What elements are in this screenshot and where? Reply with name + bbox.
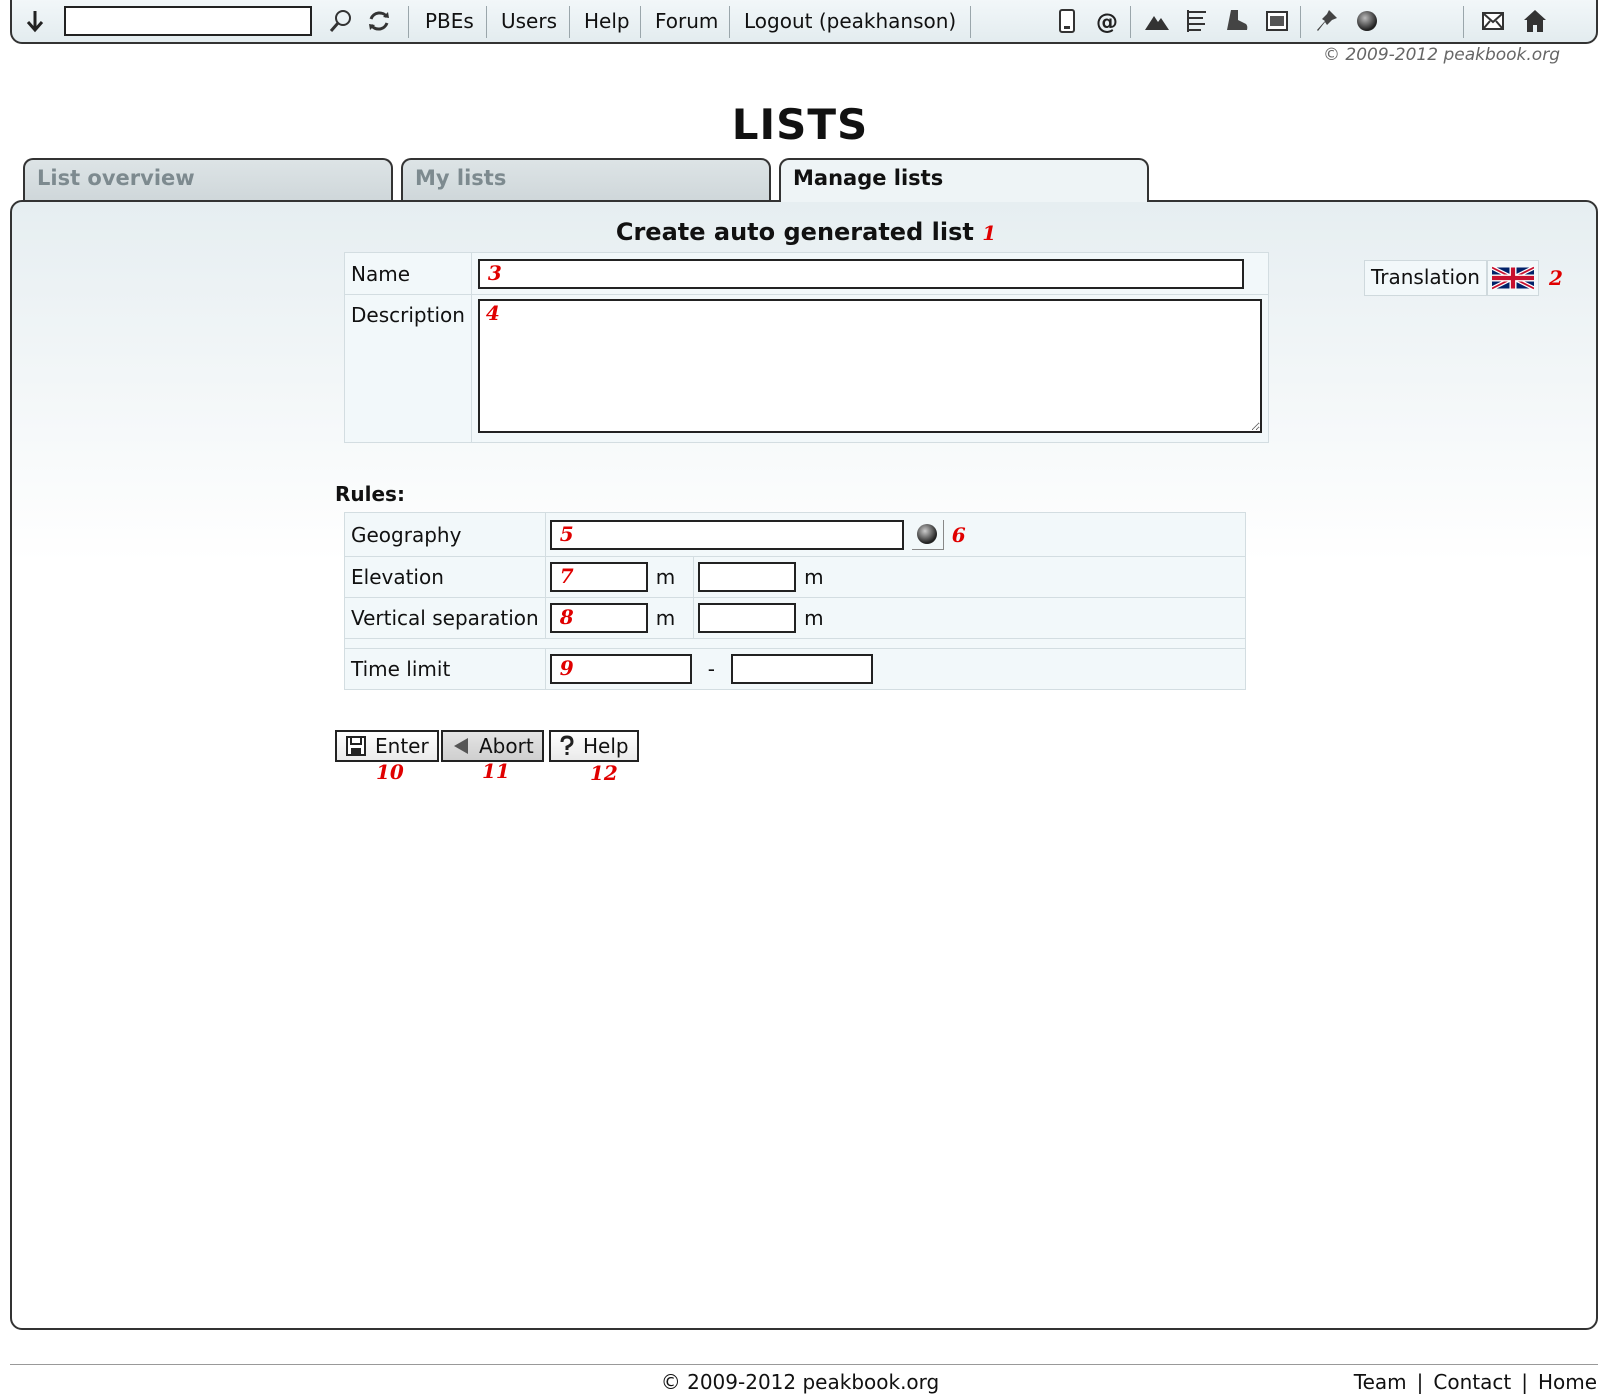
footer-link-contact[interactable]: Contact [1433,1370,1511,1394]
enter-button[interactable]: Enter [335,730,439,762]
mail-icon[interactable] [1478,6,1508,36]
marker-9: 9 [559,656,574,680]
form-heading-text: Create auto generated list [615,218,974,246]
vertical-max-unit: m [804,606,824,630]
list-icon[interactable] [1182,6,1212,36]
tab-label: My lists [415,166,507,190]
at-icon[interactable]: @ [1092,6,1122,36]
mountain-icon[interactable] [1142,6,1172,36]
search-input[interactable] [64,6,312,36]
photo-icon[interactable] [1262,6,1292,36]
elevation-max-field[interactable] [698,562,797,592]
marker-3: 3 [487,260,502,285]
marker-4: 4 [485,301,500,325]
footer-links: Team | Contact | Home [1353,1370,1597,1394]
marker-5: 5 [559,521,574,546]
geography-label: Geography [344,512,546,557]
page-title: LISTS [731,100,869,149]
tab-label: Manage lists [793,166,944,190]
description-field[interactable] [477,299,1262,433]
header-copyright: © 2009-2012 peakbook.org [1322,45,1560,65]
marker-8: 8 [559,605,574,629]
phone-icon[interactable] [1052,6,1082,36]
elevation-min-field[interactable]: 7 [549,562,648,592]
vertical-min-field[interactable]: 8 [549,603,648,633]
elevation-max-unit: m [804,565,824,589]
nav-logout[interactable]: Logout (peakhanson) [744,9,956,33]
time-to-field[interactable] [730,654,873,684]
marker-2: 2 [1548,266,1563,290]
question-icon [560,735,574,755]
help-button-label: Help [583,734,629,758]
time-range-separator: - [707,657,715,681]
elevation-label: Elevation [344,556,546,598]
name-label: Name [344,252,472,295]
name-description-table: Name 3 Description 4 [344,252,1269,443]
svg-text:@: @ [1096,10,1118,34]
tab-my-lists[interactable]: My lists [401,158,771,200]
marker-6: 6 [951,522,966,547]
marker-12: 12 [590,761,618,785]
globe-icon[interactable] [1352,6,1382,36]
abort-button[interactable]: Abort [441,730,544,762]
rules-label: Rules: [335,482,405,506]
footer-link-home[interactable]: Home [1538,1370,1597,1394]
uk-flag-icon[interactable] [1486,260,1539,296]
abort-button-label: Abort [479,734,534,758]
time-from-field[interactable]: 9 [549,654,692,684]
search-icon[interactable] [326,6,356,36]
footer-link-team[interactable]: Team [1354,1370,1407,1394]
save-icon [346,736,366,756]
help-button[interactable]: Help [549,730,639,762]
vertical-min-unit: m [655,606,676,630]
nav-forum[interactable]: Forum [655,9,718,33]
translation-label: Translation [1364,260,1487,296]
description-label: Description [344,294,472,443]
tab-label: List overview [37,166,195,190]
marker-11: 11 [482,759,510,783]
rules-table: Geography 5 6 Elevation 7 m m Vertical s… [344,512,1247,690]
pin-icon[interactable] [1312,6,1342,36]
nav-users[interactable]: Users [501,9,557,33]
geography-field[interactable]: 5 [549,519,904,550]
boot-icon[interactable] [1222,6,1252,36]
tab-list-overview[interactable]: List overview [23,158,393,200]
nav-pbes[interactable]: PBEs [425,9,474,33]
vertical-max-field[interactable] [698,603,797,633]
form-heading: Create auto generated list 1 [12,218,1600,246]
vertical-separation-label: Vertical separation [344,597,546,639]
main-panel: Create auto generated list 1 Translation… [10,200,1598,1330]
elevation-min-unit: m [655,565,676,589]
name-field[interactable]: 3 [477,258,1244,289]
time-limit-label: Time limit [344,648,546,690]
tab-manage-lists[interactable]: Manage lists [779,158,1149,202]
translation-box: Translation 2 [1364,260,1563,296]
footer-divider [10,1364,1598,1365]
marker-10: 10 [376,760,404,784]
marker-7: 7 [559,564,574,588]
enter-button-label: Enter [375,734,429,758]
back-triangle-icon [454,738,468,754]
nav-help[interactable]: Help [584,9,630,33]
globe-picker-icon[interactable] [911,519,944,550]
marker-1: 1 [982,221,997,245]
down-arrow-icon[interactable] [20,6,50,36]
refresh-icon[interactable] [364,6,394,36]
home-icon[interactable] [1520,6,1550,36]
top-toolbar: PBEs Users Help Forum Logout (peakhanson… [10,0,1598,44]
